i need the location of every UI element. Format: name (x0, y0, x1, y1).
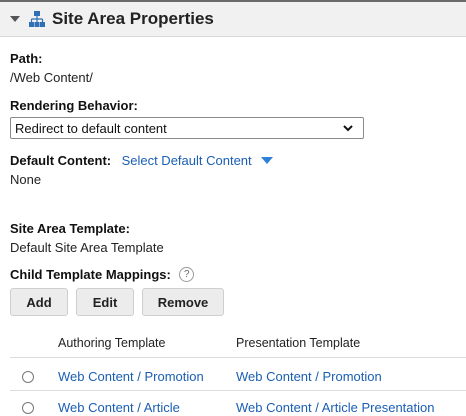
child-template-mappings-label: Child Template Mappings: (10, 267, 171, 282)
default-content-row: Default Content: Select Default Content (10, 152, 274, 170)
site-area-properties-panel: Site Area Properties Path: /Web Content/… (0, 0, 466, 416)
edit-button[interactable]: Edit (76, 288, 134, 316)
path-value: /Web Content/ (10, 70, 93, 85)
select-default-content-link[interactable]: Select Default Content (122, 153, 252, 168)
table-divider (10, 390, 466, 391)
presentation-template-link[interactable]: Web Content / Promotion (236, 369, 382, 384)
help-icon[interactable]: ? (179, 267, 195, 283)
row-radio-button[interactable] (22, 371, 34, 383)
authoring-template-link[interactable]: Web Content / Article (58, 400, 180, 415)
sitemap-icon (29, 11, 45, 27)
section-title: Site Area Properties (52, 9, 214, 28)
path-label: Path: (10, 51, 43, 66)
rendering-behavior-label: Rendering Behavior: (10, 98, 138, 113)
default-content-label: Default Content: (10, 153, 112, 168)
column-header-authoring: Authoring Template (58, 336, 166, 350)
child-template-mappings-heading: Child Template Mappings: ? (10, 266, 195, 284)
section-header[interactable]: Site Area Properties (0, 2, 466, 37)
add-button[interactable]: Add (10, 288, 68, 316)
presentation-template-link[interactable]: Web Content / Article Presentation (236, 400, 434, 415)
default-content-value: None (10, 172, 42, 187)
site-area-template-label: Site Area Template: (10, 221, 130, 236)
authoring-template-link[interactable]: Web Content / Promotion (58, 369, 204, 384)
row-radio-button[interactable] (22, 402, 34, 414)
dropdown-caret-icon[interactable] (261, 157, 274, 165)
column-header-presentation: Presentation Template (236, 336, 361, 350)
remove-button[interactable]: Remove (142, 288, 224, 316)
rendering-behavior-select[interactable]: Redirect to default content (10, 117, 364, 139)
collapse-caret-icon[interactable] (10, 16, 20, 22)
table-divider (10, 357, 466, 358)
site-area-template-value: Default Site Area Template (10, 240, 164, 255)
